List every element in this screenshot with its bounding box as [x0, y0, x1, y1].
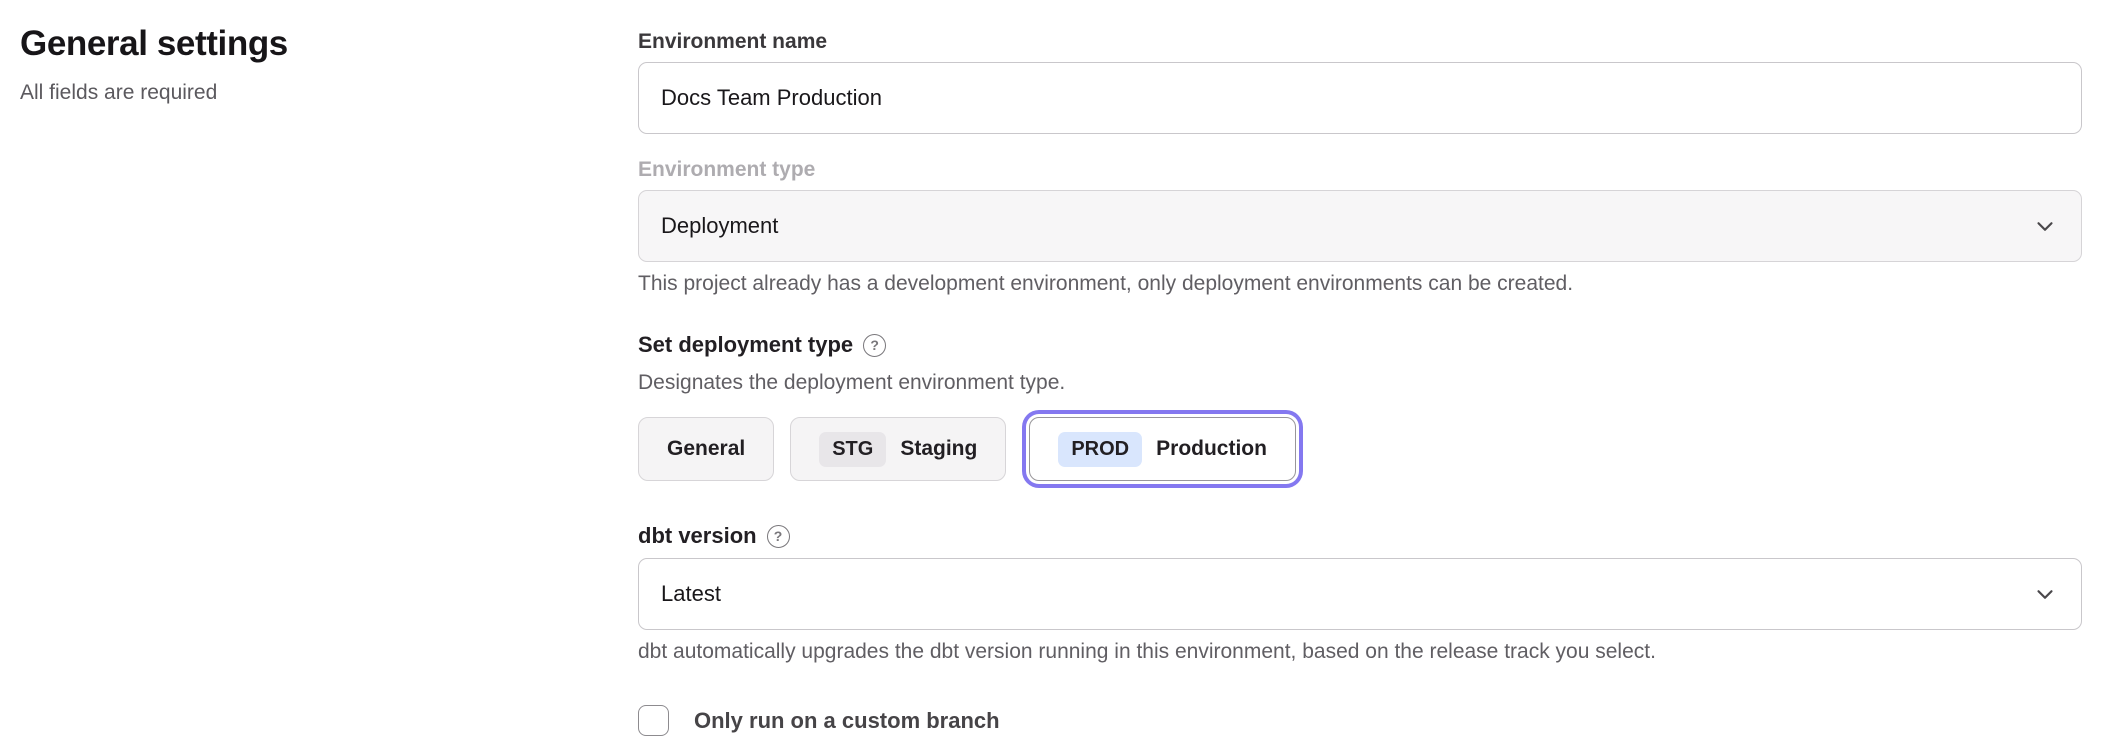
- page-subtitle: All fields are required: [20, 80, 580, 106]
- page-title: General settings: [20, 24, 580, 64]
- environment-type-select: Deployment: [638, 190, 2082, 262]
- deployment-type-helper: Designates the deployment environment ty…: [638, 369, 2082, 396]
- chevron-down-icon: [2031, 212, 2059, 240]
- dbt-version-value: Latest: [661, 581, 721, 607]
- settings-form: Environment name Environment type Deploy…: [638, 0, 2082, 736]
- environment-type-helper: This project already has a development e…: [638, 270, 2082, 297]
- general-settings-page: General settings All fields are required…: [0, 0, 2110, 742]
- deployment-type-options: General STG Staging PROD Production: [638, 410, 2082, 488]
- custom-branch-checkbox[interactable]: [638, 705, 669, 736]
- environment-type-value: Deployment: [661, 213, 778, 239]
- deployment-type-label: Set deployment type ?: [638, 331, 2082, 359]
- deployment-type-general-button[interactable]: General: [638, 417, 774, 481]
- environment-type-label: Environment type: [638, 158, 2082, 182]
- environment-name-label: Environment name: [638, 30, 2082, 54]
- environment-name-input[interactable]: [638, 62, 2082, 134]
- settings-header: General settings All fields are required: [20, 24, 580, 106]
- deployment-type-staging-button[interactable]: STG Staging: [790, 417, 1006, 481]
- help-icon[interactable]: ?: [767, 525, 790, 548]
- production-badge: PROD: [1058, 432, 1142, 467]
- dbt-version-helper: dbt automatically upgrades the dbt versi…: [638, 638, 2082, 665]
- dbt-version-label: dbt version ?: [638, 522, 2082, 550]
- staging-badge: STG: [819, 432, 886, 467]
- dbt-version-select[interactable]: Latest: [638, 558, 2082, 630]
- help-icon[interactable]: ?: [863, 334, 886, 357]
- custom-branch-row: Only run on a custom branch: [638, 705, 2082, 736]
- chevron-down-icon: [2031, 580, 2059, 608]
- deployment-type-production-button[interactable]: PROD Production: [1029, 417, 1296, 481]
- custom-branch-label: Only run on a custom branch: [694, 707, 1000, 735]
